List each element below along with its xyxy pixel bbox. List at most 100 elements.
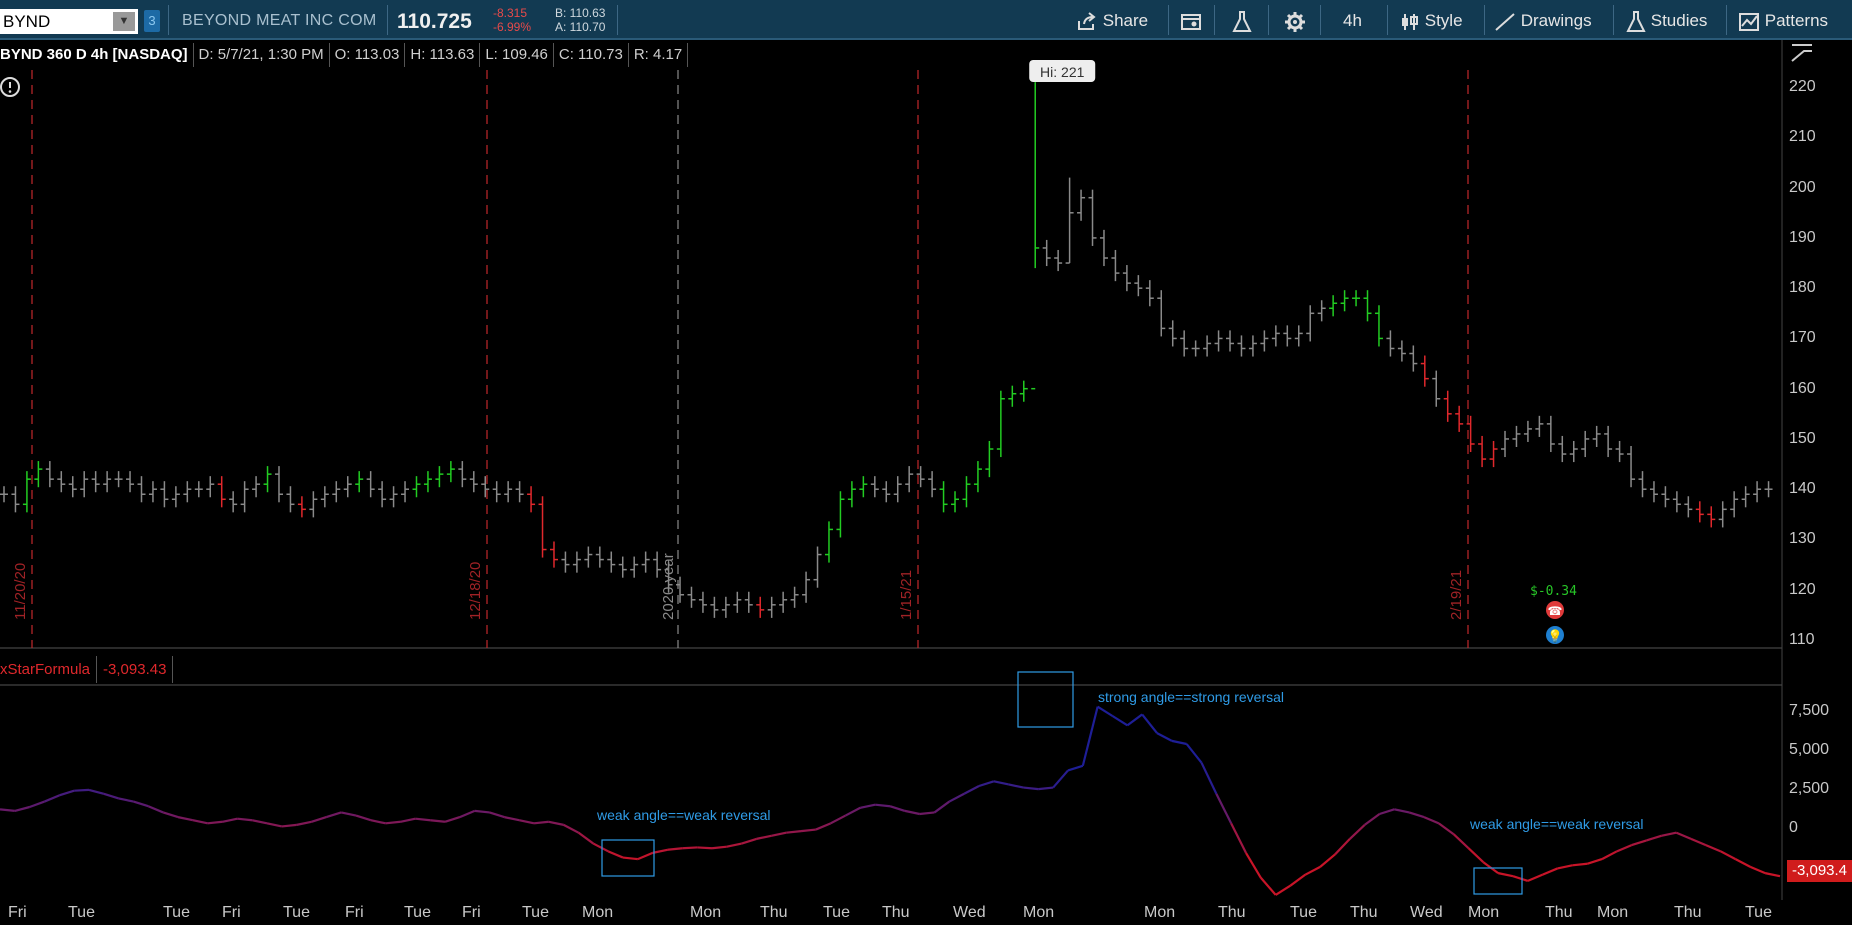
price-bar — [332, 481, 341, 503]
price-bar — [1649, 481, 1658, 503]
symbol-link-badge[interactable]: 3 — [144, 10, 160, 32]
price-bar — [229, 491, 238, 513]
oscillator-segment — [415, 817, 431, 822]
patterns-button[interactable]: Patterns — [1738, 8, 1828, 34]
studies-button[interactable]: Studies — [1626, 8, 1707, 34]
toolbar-separator — [1484, 5, 1485, 35]
period-label: 2/19/21 — [1448, 569, 1465, 620]
price-bar — [515, 481, 524, 503]
oscillator-segment — [1141, 713, 1158, 734]
oscillator-segment — [29, 800, 45, 809]
price-bar — [1099, 229, 1108, 267]
price-bar — [698, 591, 707, 613]
oscillator-segment — [296, 820, 312, 826]
price-axis-label: 200 — [1789, 178, 1816, 196]
price-bar — [1237, 335, 1246, 357]
style-button[interactable]: Style — [1400, 8, 1463, 34]
oscillator-segment — [577, 831, 594, 845]
share-label: Share — [1102, 11, 1149, 30]
price-bar — [905, 466, 914, 493]
price-bar — [1283, 325, 1292, 347]
calendar-button[interactable] — [1180, 8, 1202, 34]
thinkback-button[interactable] — [1232, 8, 1252, 34]
oscillator-segment — [771, 831, 787, 837]
oscillator-segment — [756, 834, 772, 840]
price-bar — [1374, 305, 1383, 347]
price-bar — [1478, 435, 1487, 468]
price-bar — [1031, 82, 1040, 390]
price-bar — [1340, 290, 1349, 312]
drawings-button[interactable]: Drawings — [1494, 8, 1592, 34]
time-axis-label: Mon — [1023, 904, 1055, 921]
price-bar — [733, 591, 742, 613]
oscillator-segment — [207, 820, 223, 825]
price-bar — [939, 481, 948, 513]
oscillator-segment — [1646, 834, 1662, 842]
symbol-dropdown-icon[interactable]: ▼ — [113, 12, 135, 31]
price-bar — [297, 496, 306, 518]
oscillator-segment — [1319, 853, 1336, 868]
phone-icon-glyph: ☎ — [1548, 604, 1563, 618]
price-bar — [240, 481, 249, 513]
price-bar — [423, 471, 432, 493]
price-bar — [1306, 305, 1315, 342]
oscillator-segment — [1185, 743, 1203, 764]
oscillator-segment — [993, 780, 1009, 786]
oscillator-segment — [1364, 813, 1381, 826]
price-bar — [802, 571, 811, 603]
period-label: 12/18/20 — [467, 561, 484, 620]
oscillator-segment — [919, 811, 935, 816]
oscillator-segment — [1379, 808, 1395, 816]
lightbulb-icon — [1546, 626, 1564, 644]
price-bar — [217, 476, 226, 508]
symbol-input[interactable]: BYND ▼ — [0, 9, 138, 34]
oscillator-segment — [370, 819, 386, 825]
share-button[interactable]: Share — [1076, 8, 1148, 34]
price-axis-label: 150 — [1789, 429, 1816, 447]
price-bar — [1008, 385, 1017, 407]
alert-icon[interactable] — [0, 77, 22, 99]
top-toolbar: BYND ▼ 3 BEYOND MEAT INC COM 110.725 -8.… — [0, 0, 1852, 40]
oscillator-segment — [355, 814, 372, 822]
price-bar — [1226, 330, 1235, 352]
price-bar — [1111, 249, 1120, 282]
oscillator-segment — [489, 811, 505, 819]
oscillator-segment — [933, 800, 950, 814]
period-label: 11/20/20 — [12, 562, 29, 620]
time-axis-label: Tue — [522, 904, 549, 921]
study-header: xStarFormula -3,093.43 — [0, 656, 174, 683]
oscillator-segment — [1452, 833, 1470, 850]
oscillator-segment — [74, 788, 90, 792]
osc-axis-label: 5,000 — [1789, 741, 1830, 759]
study-name[interactable]: xStarFormula — [0, 656, 98, 683]
timeframe-label: 4h — [1343, 11, 1362, 30]
oscillator-segment — [726, 842, 742, 848]
oscillator-segment — [652, 848, 668, 854]
time-axis-label: Fri — [462, 904, 481, 921]
price-bar — [343, 476, 352, 498]
price-bar — [710, 596, 719, 618]
oscillator-segment — [875, 803, 891, 808]
timeframe-button[interactable]: 4h — [1343, 8, 1362, 34]
price-bar — [607, 551, 616, 573]
toolbar-separator — [1387, 5, 1388, 35]
price-bar — [194, 481, 203, 498]
price-bar — [0, 486, 8, 503]
price-bar — [481, 476, 490, 498]
price-bar — [1523, 420, 1532, 442]
price-bar — [504, 481, 513, 503]
oscillator-segment — [1097, 705, 1114, 717]
bar-close: C: 110.73 — [554, 43, 629, 67]
price-bar — [538, 496, 547, 558]
chart-expand-icon[interactable] — [1790, 43, 1814, 65]
oscillator-segment — [474, 809, 490, 814]
oscillator-segment — [1616, 844, 1633, 853]
price-bar — [1409, 345, 1418, 372]
ask-price: A: 110.70 — [555, 20, 606, 34]
settings-button[interactable] — [1284, 8, 1306, 34]
price-bar — [1718, 501, 1727, 528]
period-label: 1/15/21 — [898, 569, 915, 620]
oscillator-segment — [637, 851, 654, 861]
bar-date: D: 5/7/21, 1:30 PM — [194, 43, 330, 67]
price-bar — [1042, 239, 1051, 267]
